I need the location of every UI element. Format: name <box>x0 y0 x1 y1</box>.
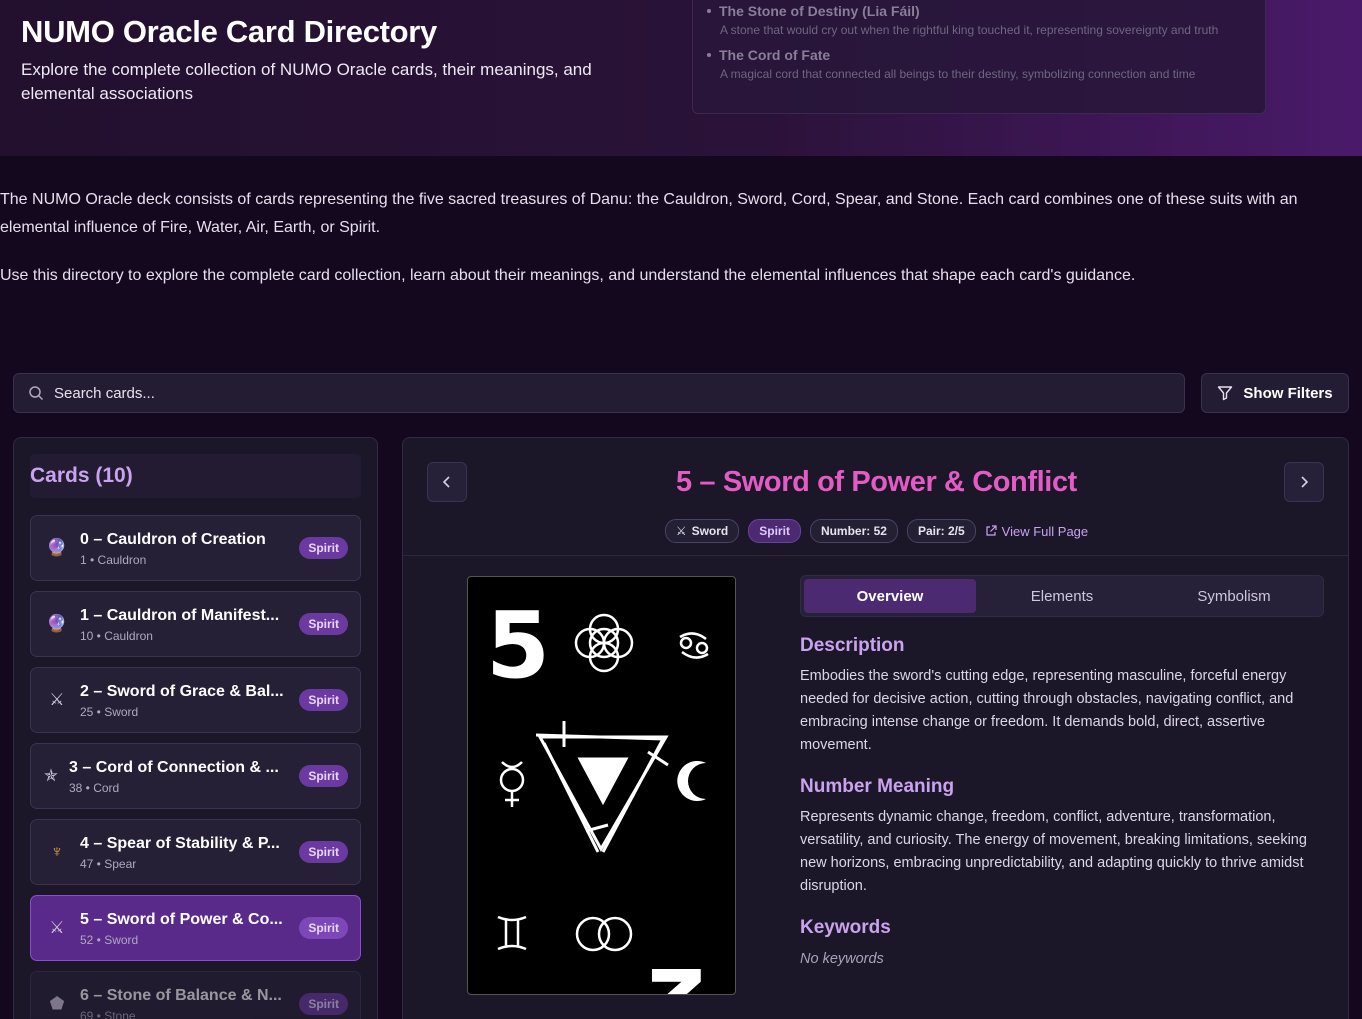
knot-icon: ✯ <box>43 766 59 785</box>
number-badge: Number: 52 <box>809 519 898 543</box>
number-meaning-heading: Number Meaning <box>800 776 955 797</box>
treasure-name: The Cord of Fate <box>719 47 831 63</box>
card-image: 5 2 <box>467 576 736 1019</box>
divider <box>403 555 1348 556</box>
tab-symbolism[interactable]: Symbolism <box>1148 579 1320 613</box>
list-item-selected[interactable]: ⚔ 5 – Sword of Power & Co... 52 • Sword … <box>30 895 361 961</box>
search-icon <box>29 386 44 401</box>
card-list-title: Cards (10) <box>30 464 133 487</box>
card-detail-panel: 5 – Sword of Power & Conflict ⚔ Sword Spi… <box>402 437 1349 1019</box>
filter-icon <box>1218 386 1233 401</box>
card-item-meta: 25 • Sword <box>80 705 139 719</box>
treasure-list: The Stone of Destiny (Lia Fáil) A stone … <box>692 0 1266 114</box>
intro-paragraph: The NUMO Oracle deck consists of cards r… <box>0 191 1298 236</box>
show-filters-button[interactable]: Show Filters <box>1201 373 1349 413</box>
view-full-page-link[interactable]: View Full Page <box>985 524 1088 539</box>
list-item[interactable]: ⚔ 2 – Sword of Grace & Bal... 25 • Sword… <box>30 667 361 733</box>
list-item[interactable]: ♆ 4 – Spear of Stability & P... 47 • Spe… <box>30 819 361 885</box>
card-title: 5 – Sword of Power & Conflict <box>676 466 1077 498</box>
gemini-glyph-icon <box>497 915 527 951</box>
bullet-icon <box>707 53 711 57</box>
element-badge: Spirit <box>299 765 348 787</box>
flower-of-life-icon <box>574 613 634 673</box>
card-item-meta: 1 • Cauldron <box>80 553 147 567</box>
mercury-glyph-icon <box>499 761 525 807</box>
element-badge: Spirit <box>299 537 348 559</box>
detail-tabs: Overview Elements Symbolism <box>800 575 1324 617</box>
number-meaning-text: Represents dynamic change, freedom, conf… <box>800 809 1307 894</box>
intro-paragraph: Use this directory to explore the comple… <box>0 267 1136 284</box>
element-badge: Spirit <box>748 519 801 543</box>
card-item-name: 4 – Spear of Stability & P... <box>80 835 280 852</box>
cauldron-icon: 🔮 <box>46 538 68 557</box>
list-item[interactable]: 🔮 0 – Cauldron of Creation 1 • Cauldron … <box>30 515 361 581</box>
search-box[interactable] <box>13 373 1185 413</box>
card-list-header: Cards (10) <box>30 454 361 498</box>
list-item[interactable]: 🔮 1 – Cauldron of Manifest... 10 • Cauld… <box>30 591 361 657</box>
card-item-name: 2 – Sword of Grace & Bal... <box>80 683 284 700</box>
card-item-meta: 52 • Sword <box>80 933 139 947</box>
cauldron-icon: 🔮 <box>46 614 68 633</box>
crescent-moon-icon <box>677 761 706 801</box>
trident-icon: ♆ <box>50 842 64 861</box>
tab-elements[interactable]: Elements <box>976 579 1148 613</box>
view-full-page-label: View Full Page <box>1001 523 1089 539</box>
external-link-icon <box>986 525 997 536</box>
card-number-bottom: 2 <box>644 947 708 994</box>
treasure-desc: A stone that would cry out when the righ… <box>720 23 1219 37</box>
intro-text: The NUMO Oracle deck consists of cards r… <box>0 186 1362 310</box>
card-item-name: 3 – Cord of Connection & ... <box>69 759 279 776</box>
card-list-panel: Cards (10) 🔮 0 – Cauldron of Creation 1 … <box>13 437 378 1019</box>
treasure-name: The Stone of Destiny (Lia Fáil) <box>719 3 920 19</box>
crossed-swords-icon: ⚔ <box>49 918 65 937</box>
pair-badge: Pair: 2/5 <box>906 519 976 543</box>
card-item-meta: 69 • Stone <box>80 1009 136 1019</box>
page-subtitle: Explore the complete collection of NUMO … <box>21 60 592 103</box>
treasure-item: The Cord of Fate A magical cord that con… <box>707 47 1251 83</box>
card-item-name: 0 – Cauldron of Creation <box>80 531 266 548</box>
page-title: NUMO Oracle Card Directory <box>21 14 437 49</box>
card-item-meta: 38 • Cord <box>69 781 120 795</box>
page-header: NUMO Oracle Card Directory Explore the c… <box>0 0 1362 156</box>
card-item-meta: 47 • Spear <box>80 857 137 871</box>
treasure-desc: A magical cord that connected all beings… <box>720 67 1196 81</box>
cancer-glyph-icon <box>679 632 709 659</box>
keywords-text: No keywords <box>800 951 884 967</box>
crossed-swords-icon: ⚔ <box>675 524 687 538</box>
stone-icon: ⬟ <box>49 994 65 1013</box>
element-badge: Spirit <box>299 689 348 711</box>
description-text: Embodies the sword's cutting edge, repre… <box>800 668 1294 753</box>
search-input[interactable] <box>54 384 1154 402</box>
card-item-name: 1 – Cauldron of Manifest... <box>80 607 280 624</box>
card-item-name: 6 – Stone of Balance & N... <box>80 987 282 1004</box>
triangle-swords-icon <box>535 721 669 853</box>
card-number-top: 5 <box>486 592 550 699</box>
card-artwork: 5 2 <box>486 592 709 1019</box>
card-item-meta: 10 • Cauldron <box>80 629 153 643</box>
keywords-heading: Keywords <box>800 917 891 938</box>
card-item-name: 5 – Sword of Power & Co... <box>80 911 283 928</box>
list-item[interactable]: ⬟ 6 – Stone of Balance & N... 69 • Stone… <box>30 971 361 1019</box>
bullet-icon <box>707 9 711 13</box>
tab-overview[interactable]: Overview <box>804 579 976 613</box>
vesica-piscis-icon <box>575 916 633 952</box>
suit-badge-label: Sword <box>691 524 729 538</box>
suit-badge: ⚔ Sword <box>664 519 740 543</box>
list-item[interactable]: ✯ 3 – Cord of Connection & ... 38 • Cord… <box>30 743 361 809</box>
element-badge: Spirit <box>299 841 348 863</box>
description-heading: Description <box>800 635 905 656</box>
element-badge: Spirit <box>299 613 348 635</box>
crossed-swords-icon: ⚔ <box>49 690 65 709</box>
treasure-item: The Stone of Destiny (Lia Fáil) A stone … <box>707 3 1251 39</box>
element-badge: Spirit <box>299 993 348 1015</box>
show-filters-label: Show Filters <box>1243 384 1333 402</box>
card-badges: ⚔ Sword Spirit Number: 52 Pair: 2/5 View … <box>403 519 1348 543</box>
element-badge: Spirit <box>299 917 348 939</box>
